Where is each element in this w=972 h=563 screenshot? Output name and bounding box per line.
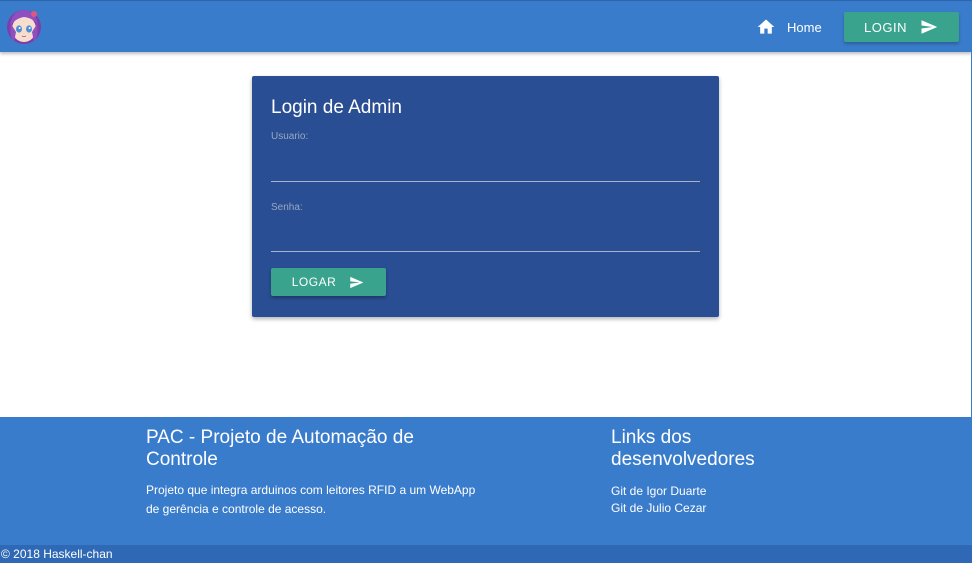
footer-project-title: PAC - Projeto de Automação de Controle <box>146 427 414 470</box>
footer: PAC - Projeto de Automação de Controle P… <box>0 417 972 545</box>
password-label: Senha: <box>271 202 303 213</box>
home-icon <box>757 19 775 34</box>
send-icon <box>921 20 938 34</box>
copyright-bar: © 2018 Haskell-chan <box>0 545 972 563</box>
login-card: Login de Admin Usuario: Senha: LOGAR <box>252 76 719 317</box>
password-input[interactable] <box>271 226 700 252</box>
login-button[interactable]: LOGIN <box>844 12 959 42</box>
logar-button-label: LOGAR <box>291 275 337 289</box>
anime-girl-avatar-icon[interactable] <box>4 6 44 46</box>
footer-links-title: Links dos desenvolvedores <box>611 427 755 470</box>
username-input[interactable] <box>271 156 700 182</box>
login-button-label: LOGIN <box>864 19 907 35</box>
logar-button[interactable]: LOGAR <box>271 268 386 296</box>
send-icon <box>350 276 364 288</box>
login-card-title: Login de Admin <box>271 97 402 118</box>
copyright-text: © 2018 Haskell-chan <box>1 547 113 561</box>
footer-project-description: Projeto que integra arduinos com leitore… <box>146 483 476 516</box>
footer-link-igor[interactable]: Git de Igor Duarte <box>611 484 706 498</box>
nav-home-label: Home <box>787 19 822 35</box>
navbar: Home LOGIN <box>0 0 972 52</box>
footer-link-julio[interactable]: Git de Julio Cezar <box>611 501 706 515</box>
username-label: Usuario: <box>271 131 309 142</box>
nav-home-link[interactable]: Home <box>756 17 822 37</box>
